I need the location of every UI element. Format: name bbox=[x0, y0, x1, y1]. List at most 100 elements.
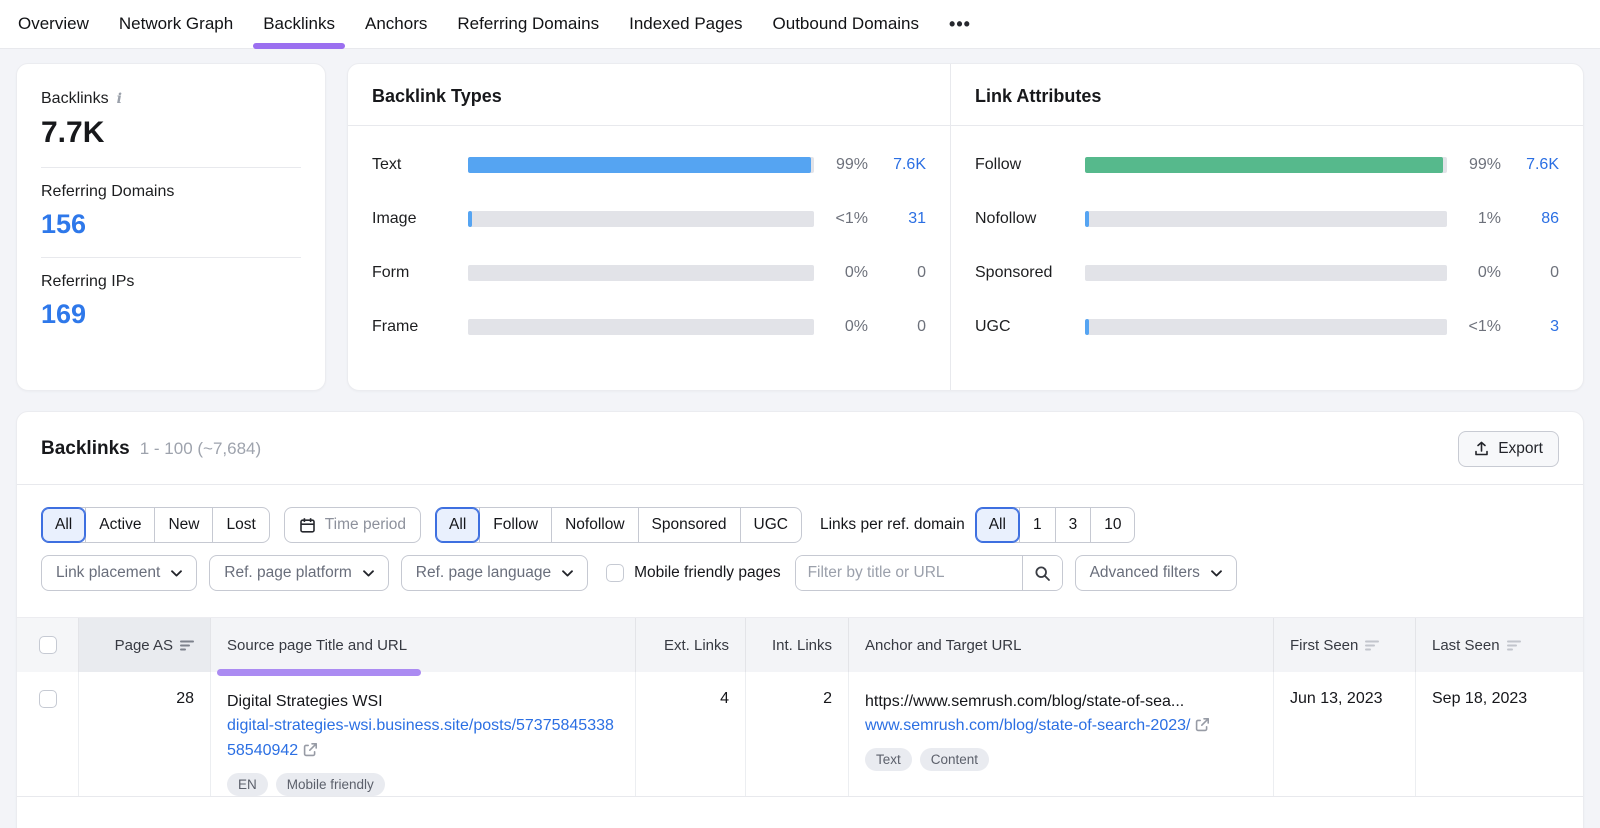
links-per-domain-10[interactable]: 10 bbox=[1090, 508, 1134, 542]
cell-page-as: 28 bbox=[79, 672, 211, 796]
bar-label: Form bbox=[372, 264, 468, 282]
bar-count-link[interactable]: 86 bbox=[1501, 210, 1559, 228]
search-button[interactable] bbox=[1022, 556, 1062, 590]
tab-overview[interactable]: Overview bbox=[18, 0, 89, 49]
chevron-down-icon bbox=[171, 570, 182, 577]
bar-count-link[interactable]: 31 bbox=[868, 210, 926, 228]
follow-filter-sponsored[interactable]: Sponsored bbox=[638, 508, 740, 542]
bar-count: 0 bbox=[1501, 264, 1559, 282]
row-checkbox[interactable] bbox=[39, 690, 57, 708]
bar-track bbox=[468, 319, 814, 335]
bar-track bbox=[468, 265, 814, 281]
bar-percent: <1% bbox=[1447, 318, 1501, 336]
bar-fill bbox=[1085, 211, 1089, 227]
search-icon bbox=[1034, 565, 1051, 582]
sort-desc-icon bbox=[180, 640, 194, 651]
links-per-domain-3[interactable]: 3 bbox=[1055, 508, 1091, 542]
status-filter-new[interactable]: New bbox=[154, 508, 212, 542]
select-all-checkbox[interactable] bbox=[39, 636, 57, 654]
bar-percent: 99% bbox=[814, 156, 868, 174]
backlink-types-panel: Backlink Types Text 99% 7.6K Image <1% 3… bbox=[348, 64, 951, 390]
cell-ext-links: 4 bbox=[636, 672, 746, 796]
status-filter-lost[interactable]: Lost bbox=[212, 508, 268, 542]
bar-track bbox=[1085, 157, 1447, 173]
tab-indexed-pages[interactable]: Indexed Pages bbox=[629, 0, 742, 49]
result-range: 1 - 100 (~7,684) bbox=[140, 439, 261, 459]
backlinks-metric-value: 7.7K bbox=[41, 116, 301, 150]
tab-network-graph[interactable]: Network Graph bbox=[119, 0, 233, 49]
links-per-domain-label: Links per ref. domain bbox=[820, 516, 965, 534]
links-per-domain-all[interactable]: All bbox=[976, 508, 1019, 542]
status-filter-all[interactable]: All bbox=[42, 508, 85, 542]
external-link-icon[interactable] bbox=[303, 742, 318, 757]
column-header-last-seen[interactable]: Last Seen bbox=[1416, 618, 1584, 672]
title-url-filter-input[interactable] bbox=[796, 556, 1022, 590]
target-url-link[interactable]: www.semrush.com/blog/state-of-search-202… bbox=[865, 717, 1190, 734]
sort-icon bbox=[1365, 640, 1379, 651]
chevron-down-icon bbox=[363, 570, 374, 577]
follow-filter-nofollow[interactable]: Nofollow bbox=[551, 508, 637, 542]
referring-ips-value[interactable]: 169 bbox=[41, 299, 301, 330]
bar-label: Text bbox=[372, 156, 468, 174]
bar-count-link[interactable]: 3 bbox=[1501, 318, 1559, 336]
table-header: Page AS Source page Title and URL Ext. L… bbox=[17, 617, 1583, 672]
tab-backlinks[interactable]: Backlinks bbox=[263, 0, 335, 49]
summary-card: Backlinks i 7.7K Referring Domains 156 R… bbox=[16, 63, 326, 391]
backlink-types-title: Backlink Types bbox=[348, 64, 950, 126]
column-header-source[interactable]: Source page Title and URL bbox=[211, 618, 636, 672]
bar-percent: 0% bbox=[814, 264, 868, 282]
tab-referring-domains[interactable]: Referring Domains bbox=[457, 0, 599, 49]
mobile-friendly-badge: Mobile friendly bbox=[276, 773, 385, 796]
tab-anchors[interactable]: Anchors bbox=[365, 0, 427, 49]
bar-fill bbox=[1085, 157, 1443, 173]
bar-fill bbox=[1085, 319, 1089, 335]
bar-row-text: Text 99% 7.6K bbox=[372, 156, 926, 174]
time-period-label: Time period bbox=[325, 516, 406, 534]
bar-panels-card: Backlink Types Text 99% 7.6K Image <1% 3… bbox=[347, 63, 1584, 391]
cell-source: Digital Strategies WSI digital-strategie… bbox=[211, 672, 636, 796]
follow-filter-ugc[interactable]: UGC bbox=[740, 508, 801, 542]
link-placement-dropdown[interactable]: Link placement bbox=[41, 555, 197, 591]
follow-filter-all[interactable]: All bbox=[436, 508, 479, 542]
link-attributes-title: Link Attributes bbox=[951, 64, 1583, 126]
external-link-icon[interactable] bbox=[1195, 717, 1210, 732]
source-url-link[interactable]: digital-strategies-wsi.business.site/pos… bbox=[227, 717, 614, 759]
ref-page-platform-dropdown[interactable]: Ref. page platform bbox=[209, 555, 389, 591]
column-header-ext-links[interactable]: Ext. Links bbox=[636, 618, 746, 672]
follow-filter-follow[interactable]: Follow bbox=[479, 508, 551, 542]
tab-outbound-domains[interactable]: Outbound Domains bbox=[773, 0, 919, 49]
divider bbox=[41, 257, 301, 258]
column-header-page-as[interactable]: Page AS bbox=[79, 618, 211, 672]
link-attributes-panel: Link Attributes Follow 99% 7.6K Nofollow… bbox=[951, 64, 1583, 390]
bar-label: Sponsored bbox=[975, 264, 1085, 282]
mobile-friendly-label[interactable]: Mobile friendly pages bbox=[634, 564, 780, 582]
bar-count-link[interactable]: 7.6K bbox=[1501, 156, 1559, 174]
bar-percent: 1% bbox=[1447, 210, 1501, 228]
ref-page-language-dropdown[interactable]: Ref. page language bbox=[401, 555, 588, 591]
column-header-first-seen[interactable]: First Seen bbox=[1274, 618, 1416, 672]
bar-count-link[interactable]: 7.6K bbox=[868, 156, 926, 174]
bar-label: Image bbox=[372, 210, 468, 228]
chevron-down-icon bbox=[1211, 570, 1222, 577]
links-per-domain-1[interactable]: 1 bbox=[1019, 508, 1055, 542]
bar-label: Follow bbox=[975, 156, 1085, 174]
bar-count: 0 bbox=[868, 264, 926, 282]
report-tab-bar: Overview Network Graph Backlinks Anchors… bbox=[0, 0, 1600, 49]
status-filter-active[interactable]: Active bbox=[85, 508, 154, 542]
referring-domains-value[interactable]: 156 bbox=[41, 209, 301, 240]
bar-label: UGC bbox=[975, 318, 1085, 336]
info-icon[interactable]: i bbox=[117, 91, 122, 107]
time-period-button[interactable]: Time period bbox=[284, 507, 421, 543]
follow-filter-group: All Follow Nofollow Sponsored UGC bbox=[435, 507, 802, 543]
backlinks-section-title: Backlinks bbox=[41, 438, 130, 460]
column-header-anchor[interactable]: Anchor and Target URL bbox=[849, 618, 1274, 672]
export-button[interactable]: Export bbox=[1458, 431, 1559, 467]
bar-count: 0 bbox=[868, 318, 926, 336]
advanced-filters-dropdown[interactable]: Advanced filters bbox=[1075, 555, 1237, 591]
bar-track bbox=[1085, 319, 1447, 335]
links-per-domain-group: All 1 3 10 bbox=[975, 507, 1136, 543]
column-header-int-links[interactable]: Int. Links bbox=[746, 618, 849, 672]
mobile-friendly-checkbox[interactable] bbox=[606, 564, 624, 582]
more-tabs-icon[interactable]: ••• bbox=[949, 14, 971, 35]
bar-fill bbox=[468, 157, 811, 173]
